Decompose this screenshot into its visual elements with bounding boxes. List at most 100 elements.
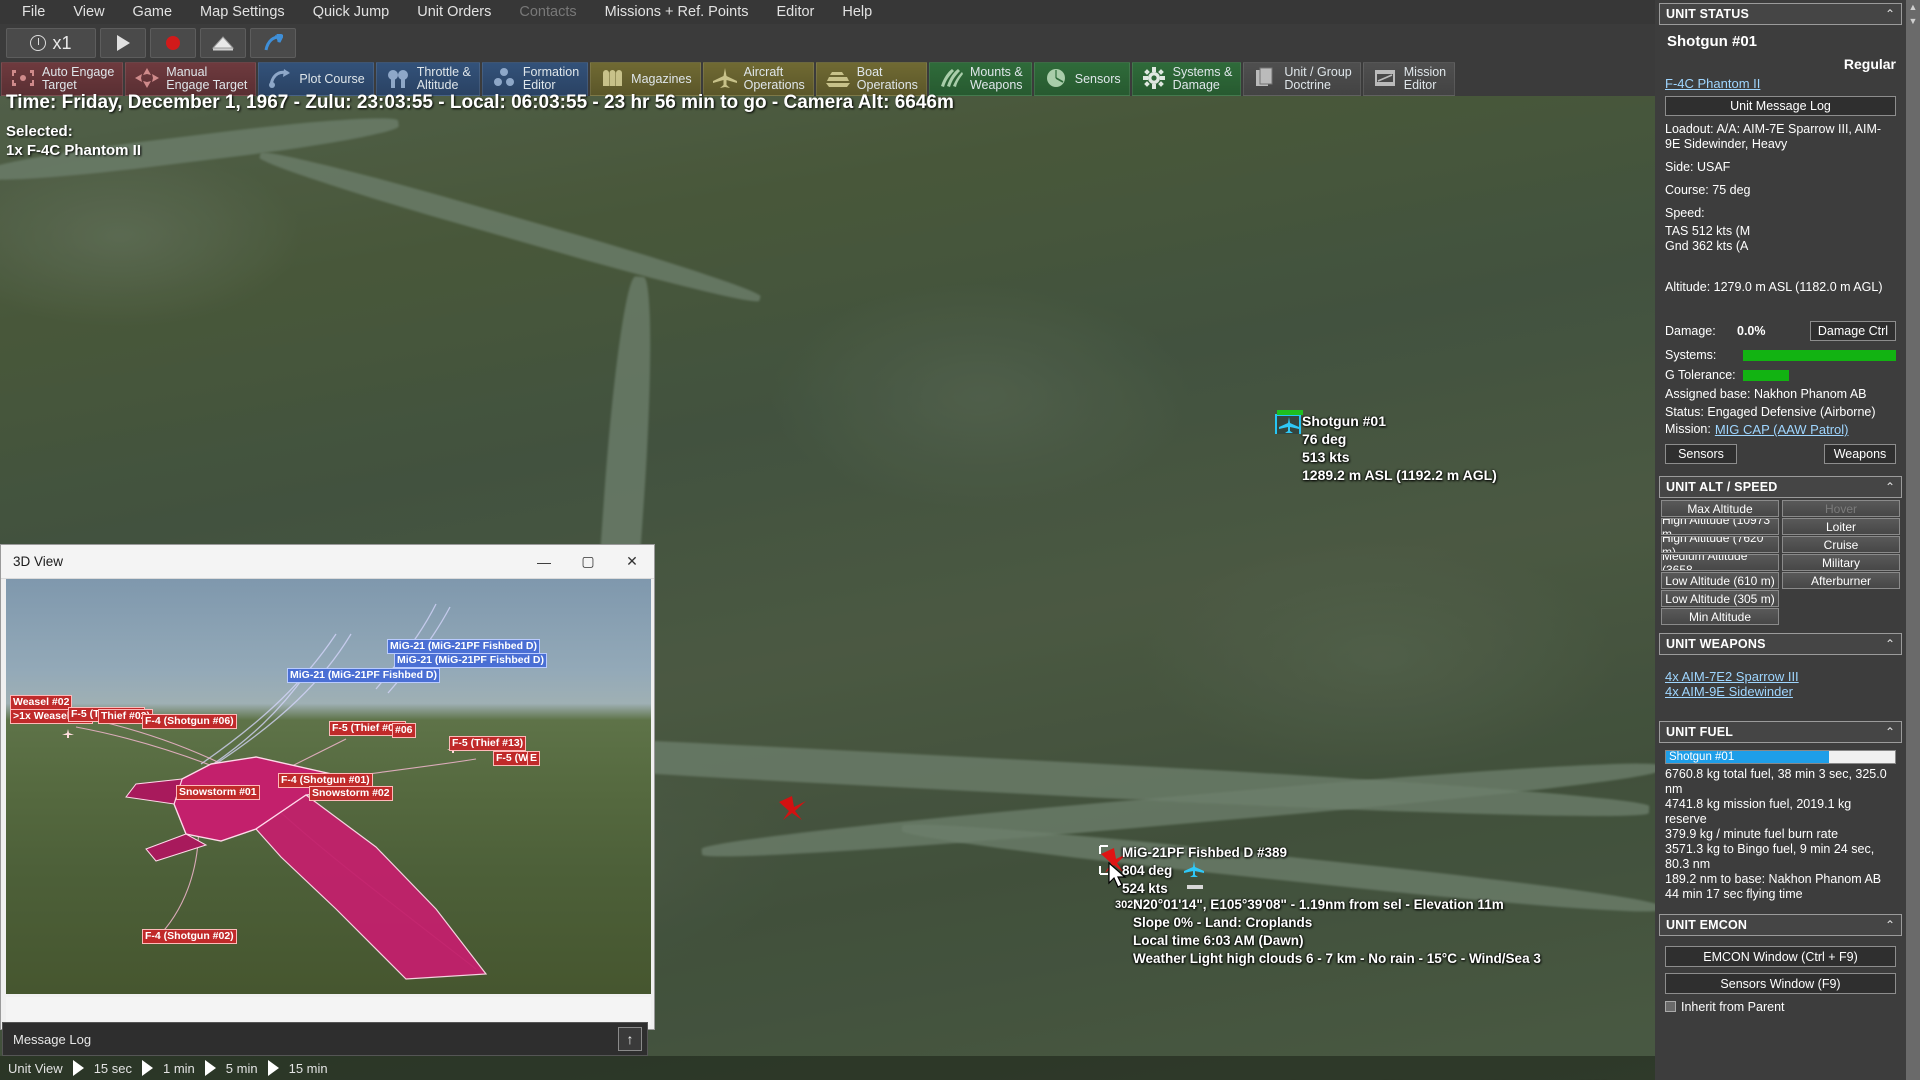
altitude-button-min-altitude[interactable]: Min Altitude	[1661, 608, 1779, 625]
mission-link[interactable]: MIG CAP (AAW Patrol)	[1715, 422, 1849, 437]
3d-view-window[interactable]: 3D View — ▢ ✕ MiG-21 (MiG-21PF Fishbed D…	[0, 544, 655, 1030]
unit-emcon-header[interactable]: UNIT EMCON ⌃	[1659, 914, 1902, 936]
speed-button-cruise[interactable]: Cruise	[1782, 536, 1900, 553]
collapse-chevron-icon[interactable]: ⌃	[1885, 7, 1895, 21]
unit-type-link[interactable]: F-4C Phantom II	[1665, 76, 1760, 91]
3d-view-titlebar[interactable]: 3D View — ▢ ✕	[1, 545, 654, 579]
menu-item-map-settings[interactable]: Map Settings	[186, 0, 299, 24]
step-chevron-icon[interactable]	[267, 1060, 279, 1076]
inherit-from-parent-row[interactable]: Inherit from Parent	[1665, 1000, 1896, 1015]
step-chevron-icon[interactable]	[204, 1060, 216, 1076]
altitude-button-high-altitude-7620-m[interactable]: High Altitude (7620 m)	[1661, 536, 1779, 553]
altitude-button-high-altitude-10973-m[interactable]: High Altitude (10973 m	[1661, 518, 1779, 535]
unit-status-header[interactable]: UNIT STATUS ⌃	[1659, 3, 1902, 25]
weapon-item-0[interactable]: 4x AIM-7E2 Sparrow III	[1665, 669, 1799, 684]
menu-item-file[interactable]: File	[8, 0, 59, 24]
3d-unit-label[interactable]: F-4 (Shotgun #02)	[142, 929, 237, 944]
time-step-15-min[interactable]: 15 min	[281, 1061, 336, 1076]
cursor-info-line-1: 804 deg	[1122, 863, 1173, 878]
menu-item-quick-jump[interactable]: Quick Jump	[299, 0, 404, 24]
collapse-chevron-icon[interactable]: ⌃	[1885, 637, 1895, 651]
toolbar-systems-damage-button[interactable]: Systems & Damage	[1131, 62, 1242, 96]
speed-button-afterburner[interactable]: Afterburner	[1782, 572, 1900, 589]
toolbar-button-label: Unit / Group Doctrine	[1284, 65, 1352, 92]
unit-fuel-header[interactable]: UNIT FUEL ⌃	[1659, 721, 1902, 743]
damage-control-button[interactable]: Damage Ctrl	[1810, 321, 1896, 341]
altitude-button-low-altitude-610-m[interactable]: Low Altitude (610 m)	[1661, 572, 1779, 589]
toolbar-plot-course-button[interactable]: Plot Course	[258, 62, 374, 96]
time-step-15-sec[interactable]: 15 sec	[86, 1061, 140, 1076]
game-speed-button[interactable]: x1	[6, 28, 96, 58]
menu-item-view[interactable]: View	[59, 0, 118, 24]
scroll-down-icon[interactable]: ▼	[1906, 14, 1920, 28]
menu-item-editor[interactable]: Editor	[762, 0, 828, 24]
time-step-1-min[interactable]: 1 min	[155, 1061, 203, 1076]
damage-label: Damage:	[1665, 324, 1716, 338]
3d-unit-label[interactable]: #06	[392, 723, 416, 738]
toolbar-manual-engage-target-button[interactable]: Manual Engage Target	[125, 62, 257, 96]
collapse-chevron-icon[interactable]: ⌃	[1885, 725, 1895, 739]
toolbar-sensors-button[interactable]: Sensors	[1033, 62, 1130, 96]
collapse-chevron-icon[interactable]: ⌃	[1885, 918, 1895, 932]
play-button[interactable]	[100, 28, 146, 58]
3d-unit-label[interactable]: Snowstorm #01	[176, 785, 260, 800]
sidebar-scrollbar[interactable]: ▲ ▼	[1906, 0, 1920, 1080]
collapse-chevron-icon[interactable]: ⌃	[1885, 480, 1895, 494]
toolbar-auto-engage-target-button[interactable]: Auto Engage Target	[1, 62, 124, 96]
3d-unit-label[interactable]: F-5 (Thief #13)	[449, 736, 527, 751]
toolbar-aircraft-operations-button[interactable]: Aircraft Operations	[702, 62, 814, 96]
toolbar-mission-editor-button[interactable]: Mission Editor	[1362, 62, 1456, 96]
speed-button-loiter[interactable]: Loiter	[1782, 518, 1900, 535]
altitude-button-medium-altitude-3658[interactable]: Medium Altitude (3658	[1661, 554, 1779, 571]
toolbar-magazines-button[interactable]: Magazines	[590, 62, 701, 96]
quick-jump-button[interactable]	[250, 28, 296, 58]
menu-item-help[interactable]: Help	[828, 0, 886, 24]
toolbar-mounts-weapons-button[interactable]: Mounts & Weapons	[928, 62, 1032, 96]
layers-button[interactable]	[200, 28, 246, 58]
altitude-button-max-altitude[interactable]: Max Altitude	[1661, 500, 1779, 517]
minimize-button[interactable]: —	[522, 545, 566, 578]
unit-view-label[interactable]: Unit View	[0, 1061, 71, 1076]
friendly-unit-symbol[interactable]	[1275, 410, 1303, 434]
speed-button-military[interactable]: Military	[1782, 554, 1900, 571]
inherit-checkbox[interactable]	[1665, 1001, 1676, 1012]
toolbar-unit-group-doctrine-button[interactable]: Unit / Group Doctrine	[1243, 62, 1361, 96]
3d-unit-label[interactable]: E	[527, 751, 541, 766]
unit-weapons-header[interactable]: UNIT WEAPONS ⌃	[1659, 633, 1902, 655]
unit-message-log-button[interactable]: Unit Message Log	[1665, 96, 1896, 116]
enemy-aircraft-map-icon[interactable]	[778, 794, 808, 822]
scroll-up-icon[interactable]: ▲	[1906, 0, 1920, 14]
bottom-status-bar: Unit View 15 sec 1 min 5 min 15 min	[0, 1056, 1655, 1080]
altitude-button-low-altitude-305-m[interactable]: Low Altitude (305 m)	[1661, 590, 1779, 607]
sensors-window-button[interactable]: Sensors Window (F9)	[1665, 973, 1896, 994]
toolbar-boat-operations-button[interactable]: Boat Operations	[815, 62, 927, 96]
maximize-button[interactable]: ▢	[566, 545, 610, 578]
fuel-line-3: 3571.3 kg to Bingo fuel, 9 min 24 sec, 8…	[1665, 842, 1875, 871]
3d-unit-label[interactable]: MiG-21 (MiG-21PF Fishbed D)	[287, 668, 441, 683]
3d-unit-label[interactable]: Snowstorm #02	[309, 786, 393, 801]
unit-alt-speed-header[interactable]: UNIT ALT / SPEED ⌃	[1659, 476, 1902, 498]
expand-up-icon[interactable]: ↑	[618, 1027, 642, 1051]
3d-unit-label[interactable]: F-4 (Shotgun #06)	[142, 714, 237, 729]
toolbar-formation-editor-button[interactable]: Formation Editor	[481, 62, 589, 96]
emcon-window-button[interactable]: EMCON Window (Ctrl + F9)	[1665, 946, 1896, 967]
time-step-5-min[interactable]: 5 min	[218, 1061, 266, 1076]
step-chevron-icon[interactable]	[72, 1060, 84, 1076]
weapon-item-1[interactable]: 4x AIM-9E Sidewinder	[1665, 684, 1793, 699]
3d-viewport[interactable]: MiG-21 (MiG-21PF Fishbed D) MiG-21 (MiG-2…	[6, 579, 651, 994]
3d-unit-label[interactable]: MiG-21 (MiG-21PF Fishbed D)	[394, 653, 548, 668]
menu-item-unit-orders[interactable]: Unit Orders	[403, 0, 505, 24]
menu-item-game[interactable]: Game	[119, 0, 187, 24]
sensors-button[interactable]: Sensors	[1665, 444, 1737, 464]
menu-item-missions-ref-points[interactable]: Missions + Ref. Points	[591, 0, 763, 24]
step-chevron-icon[interactable]	[142, 1060, 153, 1076]
record-button[interactable]	[150, 28, 196, 58]
weapons-button[interactable]: Weapons	[1824, 444, 1896, 464]
throttle-icon	[385, 67, 411, 92]
3d-unit-label[interactable]: F-5 (W	[493, 751, 532, 766]
toolbar-throttle-altitude-button[interactable]: Throttle & Altitude	[375, 62, 480, 96]
3d-unit-label[interactable]: MiG-21 (MiG-21PF Fishbed D)	[387, 639, 541, 654]
message-log-bar[interactable]: Message Log ↑	[2, 1022, 648, 1056]
close-button[interactable]: ✕	[610, 545, 654, 578]
3d-unit-label[interactable]: Weasel #02	[10, 695, 73, 710]
